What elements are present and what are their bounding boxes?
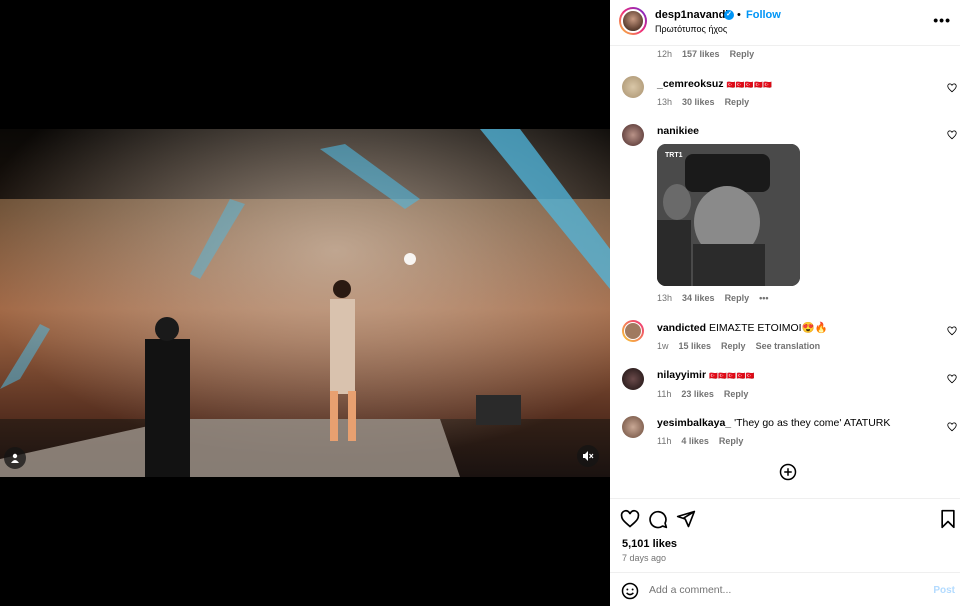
post-panel: desp1navandi ✓ • Follow Πρωτότυπος ήχος … — [610, 0, 960, 606]
heart-icon[interactable] — [947, 422, 957, 432]
reply-button[interactable]: Reply — [725, 97, 750, 107]
comment-age: 11h — [657, 389, 672, 399]
bookmark-icon[interactable] — [938, 509, 958, 529]
comment-meta: 11h 4 likes Reply — [657, 436, 743, 446]
reply-button[interactable]: Reply — [719, 436, 744, 446]
top-comment-meta: 12h 157 likes Reply — [657, 49, 754, 59]
user-icon — [11, 453, 19, 463]
concert-video[interactable] — [0, 129, 610, 477]
follow-button[interactable]: Follow — [746, 9, 781, 21]
comment-text: nilayyimir 🇹🇷🇹🇷🇹🇷🇹🇷🇹🇷 — [657, 369, 755, 381]
heart-icon[interactable] — [947, 83, 957, 93]
comment-meta: 13h 34 likes Reply ••• — [657, 293, 769, 303]
reply-button[interactable]: Reply — [721, 341, 746, 351]
comment-likes[interactable]: 4 likes — [681, 436, 709, 446]
post-date[interactable]: 7 days ago — [622, 553, 666, 563]
comment-age: 13h — [657, 293, 673, 303]
post-header: desp1navandi ✓ • Follow Πρωτότυπος ήχος … — [610, 0, 960, 46]
comment-age: 12h — [657, 49, 673, 59]
comment-username[interactable]: yesimbalkaya_ — [657, 417, 731, 429]
comment-text: _cemreoksuz 🇹🇷🇹🇷🇹🇷🇹🇷🇹🇷 — [657, 78, 773, 90]
reply-button[interactable]: Reply — [730, 49, 755, 59]
comment-age: 11h — [657, 436, 672, 446]
comment-age: 13h — [657, 97, 673, 107]
author-avatar[interactable] — [619, 7, 647, 35]
comment-input[interactable] — [649, 581, 919, 599]
comment-username[interactable]: vandicted — [657, 322, 706, 334]
comment-meta: 11h 23 likes Reply — [657, 389, 748, 399]
comment-text: vandicted ΕΙΜΑΣΤΕ ΕΤΟΙΜΟΙ😍🔥 — [657, 321, 828, 334]
share-send-icon[interactable] — [676, 509, 696, 529]
heart-icon[interactable] — [947, 374, 957, 384]
likes-count[interactable]: 5,101 likes — [622, 538, 677, 550]
comment-avatar[interactable] — [622, 368, 644, 390]
comment-likes[interactable]: 34 likes — [682, 293, 715, 303]
comment-flags: 🇹🇷🇹🇷🇹🇷🇹🇷🇹🇷 — [726, 82, 773, 89]
comment-flags: 🇹🇷🇹🇷🇹🇷🇹🇷🇹🇷 — [708, 373, 756, 380]
reply-button[interactable]: Reply — [724, 389, 749, 399]
comment-age: 1w — [657, 341, 669, 351]
comment-likes[interactable]: 23 likes — [681, 389, 714, 399]
reply-button[interactable]: Reply — [725, 293, 750, 303]
more-options-button[interactable]: ••• — [933, 12, 951, 28]
comment-avatar[interactable] — [622, 124, 644, 146]
post-actions: 5,101 likes 7 days ago — [610, 498, 960, 572]
comment-more-button[interactable]: ••• — [759, 293, 768, 303]
author-username[interactable]: desp1navandi — [655, 9, 728, 21]
like-heart-icon[interactable] — [620, 509, 640, 529]
comment-avatar[interactable] — [622, 320, 644, 342]
heart-icon[interactable] — [947, 130, 957, 140]
comment-username[interactable]: nanikiee — [657, 125, 699, 137]
comment-likes[interactable]: 30 likes — [682, 97, 715, 107]
heart-icon[interactable] — [947, 326, 957, 336]
comment-body: ΕΙΜΑΣΤΕ ΕΤΟΙΜΟΙ😍🔥 — [708, 322, 828, 334]
gif-image — [657, 144, 800, 286]
verified-badge-icon: ✓ — [724, 10, 734, 20]
comment-likes[interactable]: 15 likes — [679, 341, 712, 351]
comment-avatar[interactable] — [622, 416, 644, 438]
emoji-icon[interactable] — [621, 582, 639, 600]
comments-list[interactable]: 12h 157 likes Reply _cemreoksuz 🇹🇷🇹🇷🇹🇷🇹🇷… — [610, 46, 960, 498]
mute-button[interactable] — [577, 445, 599, 467]
load-more-comments-icon[interactable] — [779, 463, 797, 481]
media-area — [0, 0, 610, 606]
post-comment-button[interactable]: Post — [933, 585, 955, 596]
comment-likes[interactable]: 157 likes — [682, 49, 720, 59]
separator-dot: • — [737, 9, 741, 21]
comment-meta: 13h 30 likes Reply — [657, 97, 749, 107]
comment-text: yesimbalkaya_ 'They go as they come' ATA… — [657, 417, 890, 429]
comment-body: 'They go as they come' ATATURK — [734, 417, 891, 429]
tagged-users-button[interactable] — [4, 447, 26, 469]
add-comment-bar: Post — [610, 572, 960, 606]
see-translation-button[interactable]: See translation — [756, 341, 821, 351]
concert-scene — [0, 129, 610, 477]
comment-gif[interactable]: TRT1 — [657, 144, 800, 286]
comment-bubble-icon[interactable] — [648, 509, 668, 529]
muted-speaker-icon — [583, 451, 594, 461]
gif-watermark: TRT1 — [665, 152, 683, 159]
comment-meta: 1w 15 likes Reply See translation — [657, 341, 820, 351]
comment-text: nanikiee — [657, 125, 699, 137]
comment-username[interactable]: _cemreoksuz — [657, 78, 724, 90]
audio-label[interactable]: Πρωτότυπος ήχος — [655, 24, 727, 34]
comment-avatar[interactable] — [622, 76, 644, 98]
comment-username[interactable]: nilayyimir — [657, 369, 706, 381]
